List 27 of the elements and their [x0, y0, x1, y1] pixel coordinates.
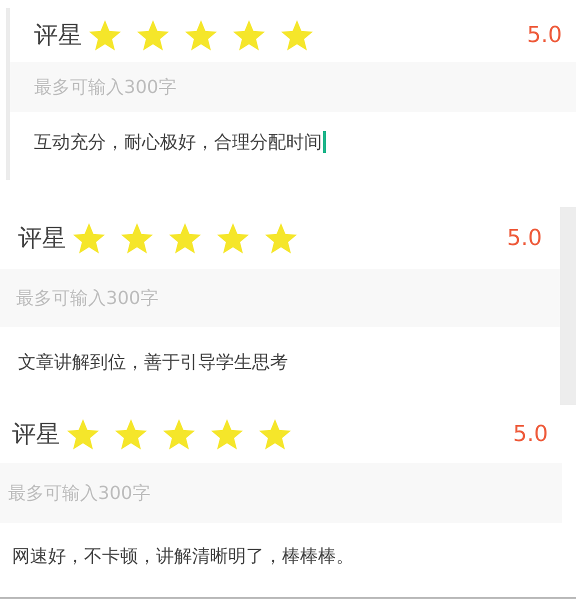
comment-text: 网速好，不卡顿，讲解清晰明了，棒棒棒。 — [12, 544, 354, 568]
comment-input-field[interactable]: 最多可输入300字 — [10, 62, 576, 112]
star-icon[interactable] — [168, 221, 202, 255]
star-icon[interactable] — [114, 417, 148, 451]
star-icon[interactable] — [232, 18, 266, 52]
comment-input-field[interactable]: 最多可输入300字 — [0, 269, 560, 327]
star-icon[interactable] — [264, 221, 298, 255]
comment-text: 文章讲解到位，善于引导学生思考 — [18, 350, 288, 374]
star-icon[interactable] — [280, 18, 314, 52]
star-icon[interactable] — [216, 221, 250, 255]
star-icon[interactable] — [88, 18, 122, 52]
star-icon[interactable] — [162, 417, 196, 451]
star-icon[interactable] — [120, 221, 154, 255]
comment-text: 互动充分，耐心极好，合理分配时间 — [34, 130, 322, 154]
comment-input-field[interactable]: 最多可输入300字 — [0, 463, 562, 523]
star-icon[interactable] — [210, 417, 244, 451]
star-icon[interactable] — [136, 18, 170, 52]
rating-label: 评星 — [12, 419, 60, 450]
star-icon[interactable] — [66, 417, 100, 451]
score-value: 5.0 — [507, 224, 542, 252]
rating-label: 评星 — [34, 20, 82, 51]
score-value: 5.0 — [513, 420, 548, 448]
score-value: 5.0 — [527, 22, 562, 50]
star-icon[interactable] — [72, 221, 106, 255]
rating-label: 评星 — [18, 223, 66, 254]
star-icon[interactable] — [258, 417, 292, 451]
star-icon[interactable] — [184, 18, 218, 52]
